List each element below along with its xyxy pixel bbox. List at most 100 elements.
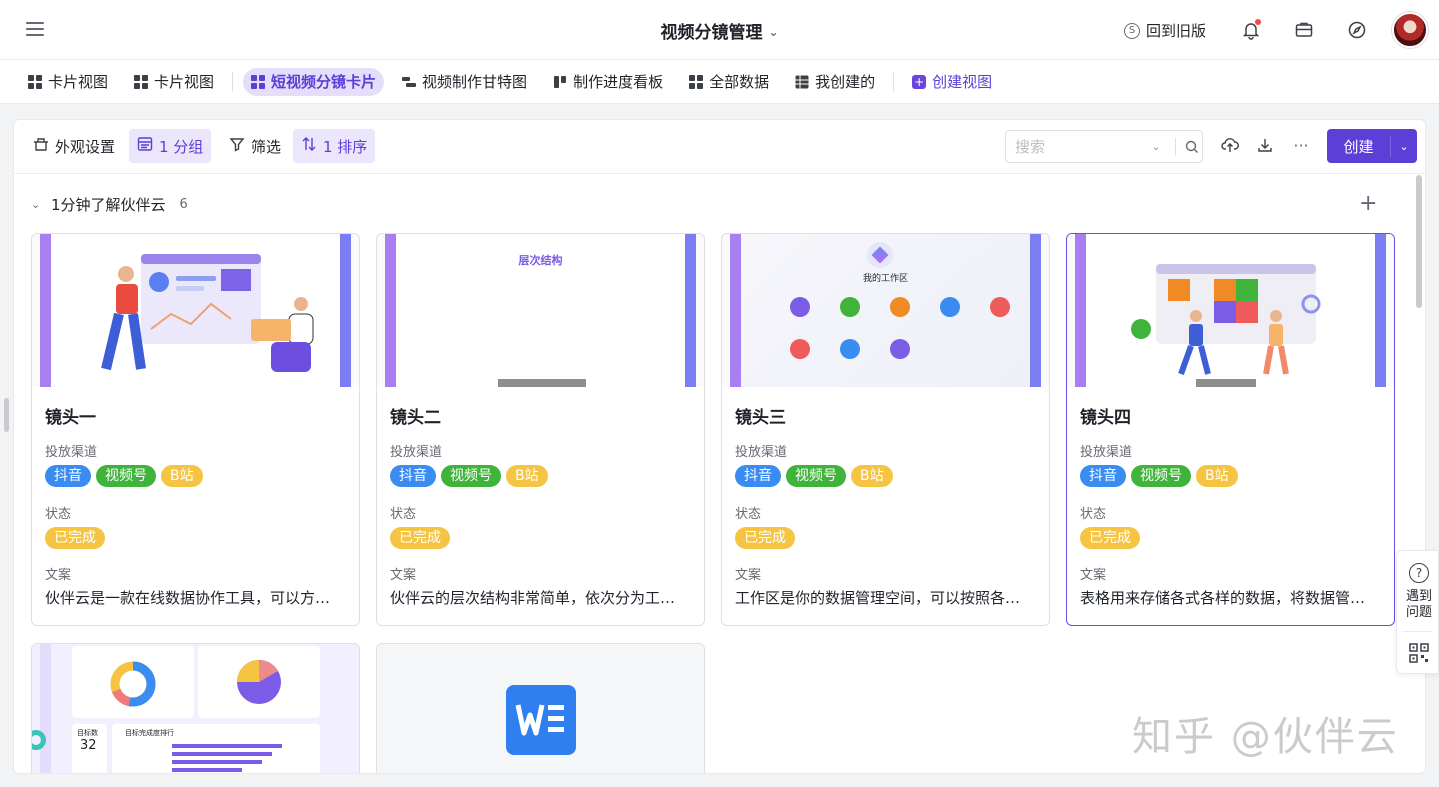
tab-created-by-me[interactable]: 我创建的 [787,68,883,96]
tag-shipinhao: 视频号 [441,465,501,487]
pie-chart-panel [198,646,320,718]
back-to-old-label: 回到旧版 [1146,22,1207,40]
tab-kanban[interactable]: 制作进度看板 [545,68,671,96]
metric-panel: 目标数 32 [72,724,107,773]
status-badge: 已完成 [1080,527,1140,549]
chevron-down-icon[interactable]: ⌄ [768,25,778,39]
view-tabs-bar: 卡片视图 卡片视图 短视频分镜卡片 视频制作甘特图 制作进度看板 全部数据 我创… [0,60,1439,104]
chevron-down-icon[interactable]: ⌄ [31,198,43,211]
record-card[interactable]: 镜头四 投放渠道 抖音 视频号 B站 状态 已完成 文案 表格用来存储各式各样的… [1066,233,1395,626]
record-card[interactable]: 镜头一 投放渠道 抖音 视频号 B站 状态 已完成 文案 伙伴云是一款在线数据协… [31,233,360,626]
tag-douyin: 抖音 [45,465,91,487]
chevron-down-icon[interactable]: ⌄ [1145,140,1167,153]
donut-chart-panel [72,646,194,718]
cover-right-band [1030,234,1041,387]
help-widget: ? 遇到问题 [1396,550,1439,674]
card-title: 镜头一 [45,408,96,428]
card-title: 镜头四 [1080,408,1131,428]
group-count: 6 [179,197,188,212]
table-icon [795,74,810,89]
field-label-channel: 投放渠道 [1080,445,1133,460]
status-badge: 已完成 [45,527,105,549]
search-input[interactable] [1015,137,1145,156]
appearance-settings-button[interactable]: 外观设置 [25,129,123,163]
cover-left-band [1075,234,1086,387]
upload-icon[interactable] [1220,136,1240,156]
status-badge: 已完成 [390,527,450,549]
filter-icon [229,136,245,156]
card-copy-text: 表格用来存储各式各样的数据，将数据管理起来 [1080,589,1380,607]
create-label: 创建 [1327,135,1391,157]
briefcase-icon[interactable] [1294,20,1314,40]
notification-dot [1255,19,1261,25]
group-header[interactable]: ⌄ 1分钟了解伙伴云 6 [31,194,188,215]
search-box: ⌄ [1005,130,1203,163]
back-to-old-version-button[interactable]: S 回到旧版 [1124,20,1206,41]
tab-short-video-cards[interactable]: 短视频分镜卡片 [243,67,385,96]
tab-card-view-1[interactable]: 卡片视图 [20,68,116,96]
card-copy-text: 工作区是你的数据管理空间，可以按照各类业务创建 [735,589,1035,607]
status-tags: 已完成 [45,527,105,549]
field-label-copy: 文案 [1080,568,1107,583]
metric-label: 目标数 [77,729,98,737]
sidebar-drag-handle[interactable] [4,398,9,432]
coin-icon: S [1124,22,1140,39]
app-title[interactable]: 视频分镜管理 [660,23,762,43]
cover-title: 层次结构 [518,254,563,267]
field-label-copy: 文案 [45,568,72,583]
toolbar: 外观设置 1 分组 筛选 1 排序 ⌄ ··· 创建 ⌄ [14,120,1425,174]
record-card[interactable]: 我的工作区 镜头三 投放渠道 抖音 视频号 B站 状态 已完成 文案 工作区是你… [721,233,1050,626]
grid-icon [689,74,704,89]
chevron-down-icon[interactable]: ⌄ [1391,140,1417,153]
tag-bilibili: B站 [1196,465,1238,487]
more-icon[interactable]: ··· [1291,136,1311,156]
tab-all-data[interactable]: 全部数据 [681,68,777,96]
appearance-icon [33,136,49,156]
filter-button[interactable]: 筛选 [221,129,289,163]
gantt-icon [402,75,417,89]
channel-tags: 抖音 视频号 B站 [1080,465,1238,487]
qr-code-icon[interactable] [1409,643,1429,663]
ranking-title: 目标完成度排行 [125,729,174,737]
field-label-channel: 投放渠道 [735,445,788,460]
tag-bilibili: B站 [161,465,203,487]
kanban-icon [553,75,567,89]
field-label-copy: 文案 [735,568,762,583]
group-button[interactable]: 1 分组 [129,129,212,163]
compass-icon[interactable] [1347,20,1367,40]
tag-bilibili: B站 [506,465,548,487]
channel-tags: 抖音 视频号 B站 [390,465,548,487]
help-question-icon[interactable]: ? [1409,563,1429,583]
tab-gantt[interactable]: 视频制作甘特图 [394,68,535,96]
tag-shipinhao: 视频号 [1131,465,1191,487]
help-label[interactable]: 遇到问题 [1403,589,1435,621]
record-card[interactable] [376,643,705,773]
tag-douyin: 抖音 [1080,465,1126,487]
record-card[interactable]: 层次结构 镜头二 投放渠道 抖音 视频号 B站 状态 已完成 文案 伙伴云的层次… [376,233,705,626]
bell-icon[interactable] [1241,19,1261,40]
word-document-icon [506,685,576,755]
menu-icon[interactable] [26,22,44,36]
cover-left-band [385,234,396,387]
record-card[interactable]: 目标数 32 目标完成度排行 [31,643,360,773]
create-record-button[interactable]: 创建 ⌄ [1327,129,1417,163]
plus-icon: + [912,74,927,89]
page-title: 视频分镜管理 ⌄ [0,18,1439,43]
user-avatar[interactable] [1392,12,1428,48]
grid-icon [251,74,266,89]
card-cover-image: 层次结构 [377,234,704,387]
cover-left-band [730,234,741,387]
card-copy-text: 伙伴云是一款在线数据协作工具，可以方便地管理各种数据 [45,589,345,607]
search-icon[interactable] [1184,139,1200,155]
vertical-scrollbar[interactable] [1416,175,1422,308]
card-copy-text: 伙伴云的层次结构非常简单，依次分为工作区、表格 [390,589,690,607]
sort-button[interactable]: 1 排序 [293,129,376,163]
create-view-button[interactable]: + 创建视图 [904,68,1000,96]
tag-shipinhao: 视频号 [96,465,156,487]
cover-left-band [40,644,51,773]
divider [1175,137,1176,156]
download-icon[interactable] [1255,136,1275,156]
tab-card-view-2[interactable]: 卡片视图 [126,68,222,96]
tag-shipinhao: 视频号 [786,465,846,487]
add-record-icon[interactable]: + [1359,191,1377,216]
